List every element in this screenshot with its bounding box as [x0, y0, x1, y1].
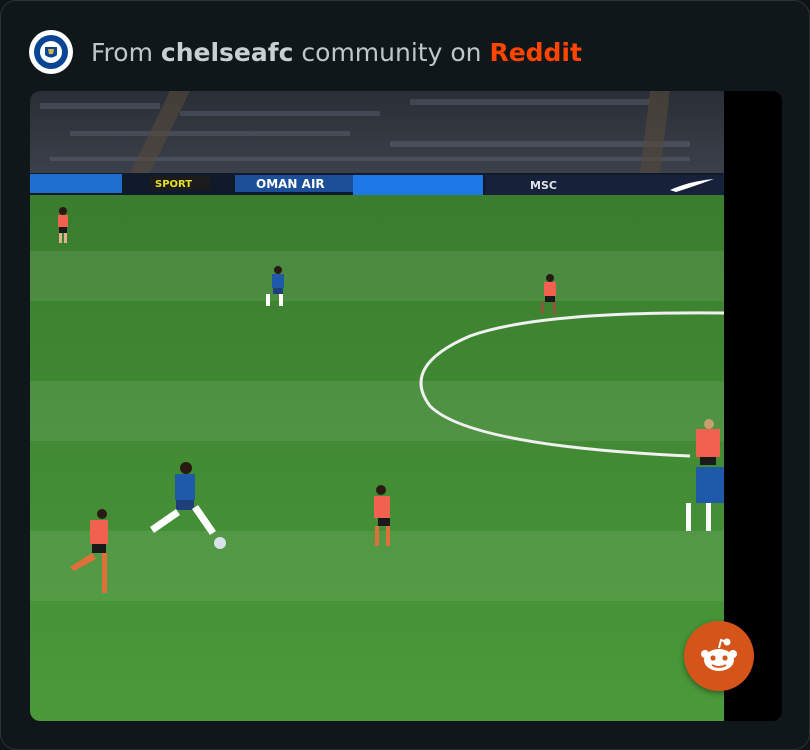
title-middle: community on: [301, 37, 482, 67]
embed-title: From chelseafc community on Reddit: [91, 38, 582, 67]
video-player[interactable]: SPORT OMAN AIR MSC: [30, 91, 782, 721]
reddit-snoo-button[interactable]: [684, 621, 754, 691]
video-frame: SPORT OMAN AIR MSC: [30, 91, 782, 721]
svg-text:SPORT: SPORT: [155, 179, 192, 190]
reddit-snoo-icon: [701, 638, 737, 671]
embed-header: From chelseafc community on Reddit: [29, 29, 582, 75]
ad-board-oman-air: OMAN AIR: [256, 177, 325, 191]
reddit-link[interactable]: Reddit: [489, 38, 582, 67]
football: [214, 537, 226, 549]
chelsea-crest-icon[interactable]: [29, 30, 73, 74]
community-link[interactable]: chelseafc: [161, 38, 294, 67]
title-prefix: From: [91, 37, 153, 67]
ad-board-msc: MSC: [530, 179, 557, 192]
embed-card: From chelseafc community on Reddit SPORT…: [0, 0, 810, 750]
